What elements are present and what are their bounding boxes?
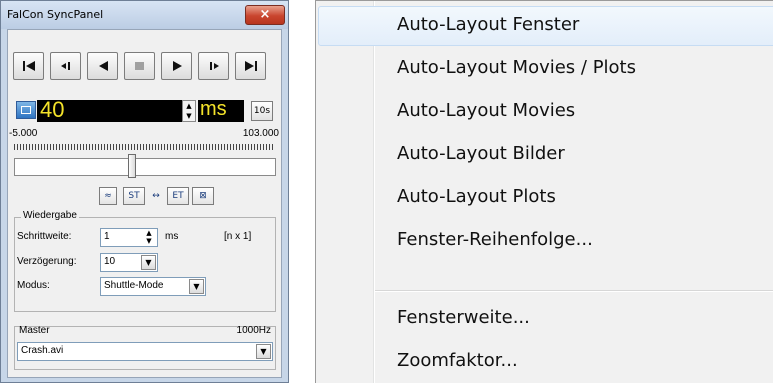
menu-item-auto-layout-fenster[interactable]: Auto-Layout Fenster <box>397 14 579 35</box>
menu-item-fensterweite[interactable]: Fensterweite... <box>397 307 530 328</box>
step-factor: [n x 1] <box>224 231 252 242</box>
sync-start-button[interactable]: ST <box>123 187 145 205</box>
step-value: 1 <box>104 231 110 242</box>
time-input[interactable]: 40 ▲ ▼ <box>37 97 196 122</box>
time-scale-button[interactable]: 10s <box>251 101 273 121</box>
spin-up-icon[interactable]: ▲ <box>183 101 195 111</box>
menu-item-auto-layout-movies-plots[interactable]: Auto-Layout Movies / Plots <box>397 57 636 78</box>
step-unit: ms <box>165 231 179 242</box>
playback-group: Wiedergabe Schrittweite: 1 ▲ ▼ ms [n x 1]… <box>14 210 276 312</box>
step-forward-icon <box>209 62 219 70</box>
delay-select[interactable]: 10 ▼ <box>100 253 158 272</box>
master-group: Master 1000Hz Crash.avi ▼ <box>14 325 276 370</box>
chevron-down-icon: ▼ <box>256 344 271 359</box>
delay-value: 10 <box>104 256 116 267</box>
grid-icon[interactable]: ⊠ <box>192 187 214 205</box>
master-rate: 1000Hz <box>236 325 271 336</box>
play-button[interactable] <box>161 52 192 80</box>
step-input[interactable]: 1 ▲ ▼ <box>100 228 158 247</box>
time-ruler <box>14 144 275 150</box>
menu-item-auto-layout-movies[interactable]: Auto-Layout Movies <box>397 100 575 121</box>
spin-down-icon[interactable]: ▼ <box>183 111 195 121</box>
time-mode-icon[interactable] <box>16 101 36 119</box>
skip-to-end-icon <box>244 61 257 71</box>
time-slider[interactable] <box>14 158 276 176</box>
menu-item-zoomfaktor[interactable]: Zoomfaktor... <box>397 350 518 371</box>
panel-body: 40 ▲ ▼ ms 10s -5.000 103.000 ≈ ST ↔ ET ⊠… <box>7 29 282 378</box>
master-title: Master <box>19 325 50 336</box>
menu-item-auto-layout-bilder[interactable]: Auto-Layout Bilder <box>397 143 565 164</box>
range-max: 103.000 <box>242 128 279 139</box>
range-min: -5.000 <box>9 128 38 139</box>
mode-label: Modus: <box>17 280 50 291</box>
window-title: FalCon SyncPanel <box>7 8 104 21</box>
syncpanel-window: FalCon SyncPanel × 40 ▲ ▼ ms 10s -5.000 … <box>0 0 289 383</box>
step-label: Schrittweite: <box>17 231 72 242</box>
menu-item-auto-layout-plots[interactable]: Auto-Layout Plots <box>397 186 556 207</box>
menu-item-fenster-reihenfolge[interactable]: Fenster-Reihenfolge... <box>397 229 593 250</box>
menu-separator <box>375 290 773 292</box>
time-unit[interactable]: ms <box>198 98 244 122</box>
skip-to-start-button[interactable] <box>13 52 44 80</box>
collapse-button[interactable]: ≈ <box>99 187 117 205</box>
mode-select[interactable]: Shuttle-Mode ▼ <box>100 277 206 296</box>
step-back-button[interactable] <box>50 52 81 80</box>
sync-end-button[interactable]: ET <box>167 187 189 205</box>
step-spinner-icon[interactable]: ▲ ▼ <box>143 229 155 246</box>
chevron-down-icon: ▼ <box>189 279 204 294</box>
play-reverse-icon <box>98 61 108 71</box>
play-reverse-button[interactable] <box>87 52 118 80</box>
link-icon[interactable]: ↔ <box>147 187 165 205</box>
mode-value: Shuttle-Mode <box>104 280 164 291</box>
context-menu: Auto-Layout Fenster Auto-Layout Movies /… <box>315 0 773 383</box>
skip-to-end-button[interactable] <box>235 52 266 80</box>
menu-gutter-highlight <box>374 1 375 383</box>
playback-group-title: Wiedergabe <box>21 210 79 221</box>
close-button[interactable]: × <box>245 5 285 25</box>
title-bar[interactable]: FalCon SyncPanel × <box>1 1 288 29</box>
time-spinner[interactable]: ▲ ▼ <box>182 100 196 122</box>
chevron-down-icon: ▼ <box>141 255 156 270</box>
stop-button[interactable] <box>124 52 155 80</box>
play-icon <box>172 61 182 71</box>
step-back-icon <box>60 62 70 70</box>
time-value: 40 <box>40 97 65 122</box>
skip-to-start-icon <box>22 61 35 71</box>
time-unit-label: ms <box>200 98 227 120</box>
slider-thumb[interactable] <box>128 154 136 178</box>
step-forward-button[interactable] <box>198 52 229 80</box>
stop-icon <box>134 62 144 70</box>
master-file: Crash.avi <box>21 345 64 356</box>
delay-label: Verzögerung: <box>17 256 77 267</box>
master-file-select[interactable]: Crash.avi ▼ <box>17 342 273 361</box>
